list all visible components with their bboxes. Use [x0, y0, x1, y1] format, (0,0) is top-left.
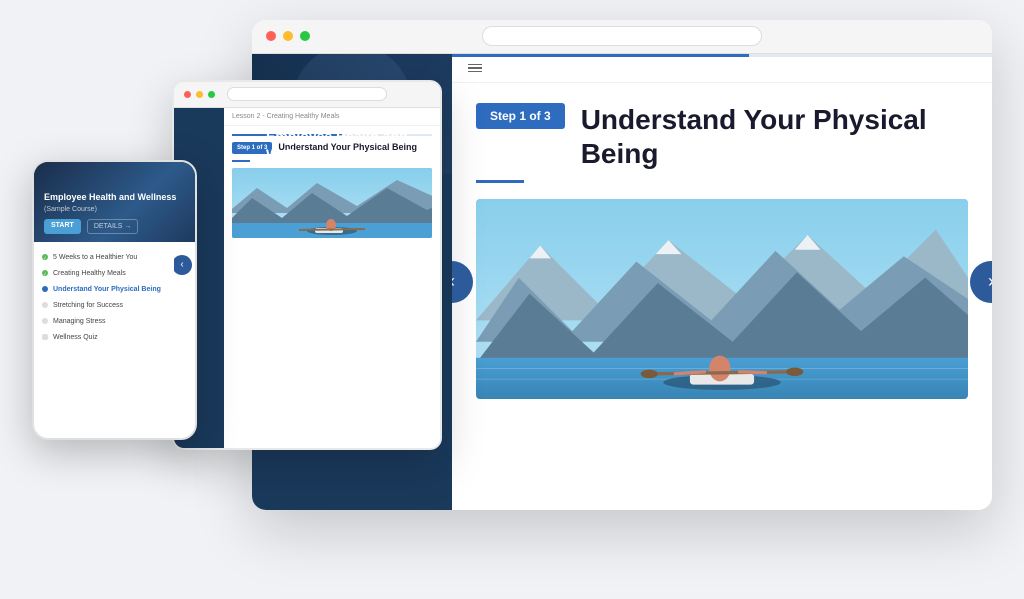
mobile-nav-list: ✓ 5 Weeks to a Healthier You ✓ Creating … [42, 252, 187, 343]
mobile-nav-label-3: Understand Your Physical Being [53, 286, 161, 293]
mobile-details-button[interactable]: DETAILS → [87, 219, 139, 234]
tablet-chrome [174, 82, 440, 108]
tablet-dot-green[interactable] [208, 91, 215, 98]
browser-dot-yellow[interactable] [283, 31, 293, 41]
hamburger-icon[interactable] [468, 64, 482, 73]
browser-address-bar[interactable] [482, 26, 762, 46]
prev-arrow-icon: ‹ [452, 271, 455, 292]
tablet-dot-yellow[interactable] [196, 91, 203, 98]
top-progress-fill [452, 54, 749, 57]
tablet-underline [232, 160, 250, 162]
browser-dot-red[interactable] [266, 31, 276, 41]
mobile-nav-dot-5 [42, 318, 48, 324]
mobile-nav-check-1: ✓ [42, 254, 48, 260]
next-arrow-icon: › [988, 271, 992, 292]
scene: Employee Health and Wellness 0% COMPLETE… [32, 20, 992, 580]
browser-dot-green[interactable] [300, 31, 310, 41]
mobile-header: Employee Health and Wellness (Sample Cou… [34, 162, 195, 242]
heading-underline [476, 180, 524, 183]
mobile-nav-item-2[interactable]: ✓ Creating Healthy Meals [42, 268, 187, 279]
mobile-nav-check-2: ✓ [42, 270, 48, 276]
mobile-cta-row: START DETAILS → [44, 219, 185, 234]
browser-main: Step 1 of 3 Understand Your Physical Bei… [452, 54, 992, 510]
mobile-nav-item-1[interactable]: ✓ 5 Weeks to a Healthier You [42, 252, 187, 263]
mobile-nav-item-5[interactable]: Managing Stress [42, 316, 187, 327]
mobile-nav-item-3[interactable]: Understand Your Physical Being [42, 284, 187, 295]
tablet-course-image [232, 168, 432, 238]
top-progress-line [452, 54, 992, 57]
sidebar-title-area: Employee Health and Wellness [252, 117, 452, 173]
tablet-main-body: Step 1 of 3 Understand Your Physical Bei… [224, 126, 440, 448]
mobile-device: Employee Health and Wellness (Sample Cou… [32, 160, 197, 440]
hamburger-line-2 [468, 67, 482, 69]
main-course-image [476, 199, 968, 399]
mobile-nav-label-4: Stretching for Success [53, 302, 123, 309]
mobile-nav-item-6[interactable]: Wellness Quiz [42, 332, 187, 343]
browser-chrome [252, 20, 992, 54]
mobile-course-title: Employee Health and Wellness [44, 192, 185, 204]
main-heading: Understand Your Physical Being [581, 103, 968, 170]
mobile-body: ✓ 5 Weeks to a Healthier You ✓ Creating … [34, 242, 195, 349]
mobile-nav-dot-4 [42, 302, 48, 308]
mobile-nav-label-6: Wellness Quiz [53, 334, 98, 341]
step-badge: Step 1 of 3 [476, 103, 565, 129]
tablet-dot-red[interactable] [184, 91, 191, 98]
hamburger-line-3 [468, 71, 482, 73]
sidebar-course-title: Employee Health and Wellness [266, 127, 438, 163]
step-badge-row: Step 1 of 3 Understand Your Physical Bei… [476, 103, 968, 170]
mobile-nav-item-4[interactable]: Stretching for Success [42, 300, 187, 311]
mobile-nav-dot-6 [42, 334, 48, 340]
mobile-nav-label-5: Managing Stress [53, 318, 106, 325]
mobile-course-subtitle: (Sample Course) [44, 206, 185, 213]
mobile-nav-label-2: Creating Healthy Meals [53, 270, 126, 277]
tablet-address-bar[interactable] [227, 87, 387, 101]
hamburger-line-1 [468, 64, 482, 66]
browser-main-body: Step 1 of 3 Understand Your Physical Bei… [452, 83, 992, 510]
browser-main-header [452, 54, 992, 84]
mobile-nav-label-1: 5 Weeks to a Healthier You [53, 254, 137, 261]
mobile-nav-dot-active-3 [42, 286, 48, 292]
mobile-start-button[interactable]: START [44, 219, 81, 234]
